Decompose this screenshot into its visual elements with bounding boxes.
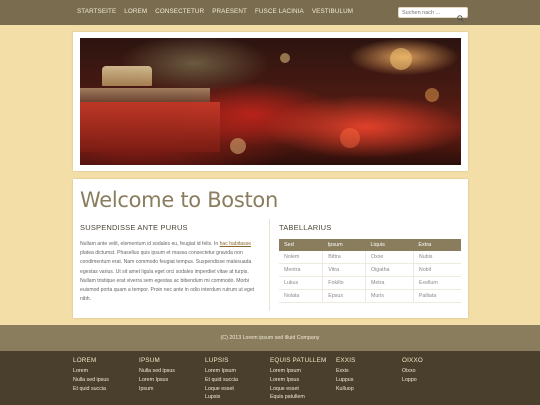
article-text: Nullam ante velit, elementum id sodales … [80,241,255,303]
table-cell: Nolem [279,251,324,265]
footer-heading: LUPSIS [205,357,229,364]
table-cell: Exellum [413,276,461,290]
table-cell: Lukus [279,276,324,290]
footer-link[interactable]: Loppo [402,376,423,385]
column-header: Liquis [365,239,414,251]
footer-heading: IPSUM [139,357,160,364]
main-nav: STARTSEITE LOREM CONSECTETUR PRAESENT FU… [77,8,361,15]
table-cell: Oxxe [365,251,414,265]
footer-link[interactable]: Lupsis [205,393,238,402]
table-column: TABELLARIUS Sed Ipsum Liquis Extra Nolem… [279,223,461,303]
table-row: Nolem Bittra Oxxe Nubis [279,251,461,265]
table-row: Lukus Fokillo Metra Exellum [279,276,461,290]
footer-heading: OIXXO [402,357,423,364]
column-divider [269,219,270,311]
footer-link[interactable]: Luppus [336,376,356,385]
footer-link[interactable]: Nulla sed ipsus [139,367,175,376]
footer-link[interactable]: Ipsum [139,385,175,394]
column-header: Extra [413,239,461,251]
footer-link[interactable]: Lorem Ipsus [270,376,326,385]
column-header: Sed [279,239,323,251]
footer-column-equis-patullem: EQUIS PATULLEM Lorem Ipsum Lorem Ipsus L… [270,357,326,402]
table-cell: Oigatha [365,263,414,278]
footer-link[interactable]: Lorem Ipsum [270,367,326,376]
table-cell: Bittra [322,251,366,265]
footer-link[interactable]: Lorem Ipsus [139,376,175,385]
table-cell: Palliata [413,289,461,303]
nav-item-consectetur[interactable]: CONSECTETUR [155,8,204,15]
table-cell: Muris [365,289,414,303]
article-heading: SUSPENDISSE ANTE PURUS [80,223,188,232]
footer-link[interactable]: Exxis [336,367,356,376]
footer-link[interactable]: Equis patullem [270,393,326,402]
footer-link[interactable]: Et quid succia [205,376,238,385]
taxi-sign [102,66,152,86]
footer-link[interactable]: Lorem Ipsum [205,367,238,376]
footer-link[interactable]: Lorem [73,367,109,376]
footer-column-lupsis: LUPSIS Lorem Ipsum Et quid succia Loque … [205,357,238,402]
footer-column-exxis: EXXIS Exxis Luppus Kulluop [336,357,356,393]
footer-heading: LOREM [73,357,97,364]
nav-item-startseite[interactable]: STARTSEITE [77,8,116,15]
table-cell: Mentra [279,263,324,278]
table-cell: Nobil [413,263,461,278]
table-cell: Epsus [322,289,366,303]
top-nav-bar: STARTSEITE LOREM CONSECTETUR PRAESENT FU… [0,0,540,25]
search-icon[interactable] [457,9,464,22]
footer-column-oixxo: OIXXO Oixxo Loppo [402,357,423,385]
page-title: Welcome to Boston [80,188,278,212]
table-cell: Fokillo [322,276,366,290]
footer-link[interactable]: Et quid succia [73,385,109,394]
footer-link[interactable]: Nulla sed ipsus [73,376,109,385]
table-cell: Nolata [279,289,324,303]
column-header: Ipsum [322,239,366,251]
hero-image [80,38,461,165]
table-cell: Metra [365,276,414,290]
data-table: Sed Ipsum Liquis Extra Nolem Bittra Oxxe… [279,239,461,303]
nav-item-lorem[interactable]: LOREM [124,8,147,15]
nav-item-vestibulum[interactable]: VESTIBULUM [312,8,353,15]
table-header-row: Sed Ipsum Liquis Extra [279,239,461,251]
article-link[interactable]: hac habitasse [220,241,251,247]
nav-item-praesent[interactable]: PRAESENT [212,8,247,15]
footer-link[interactable]: Kulluop [336,385,356,394]
footer-link[interactable]: Oixxo [402,367,423,376]
main-content: Welcome to Boston SUSPENDISSE ANTE PURUS… [73,179,468,318]
article-column: SUSPENDISSE ANTE PURUS Nullam ante velit… [80,223,263,304]
search-box [398,7,468,22]
table-cell: Nubis [413,251,461,265]
footer-column-ipsum: IPSUM Nulla sed ipsus Lorem Ipsus Ipsum [139,357,175,393]
copyright-text: (C) 2013 Lorem ipsum sed illuid Company [220,335,320,341]
table-cell: Vitra [322,263,366,278]
table-row: Nolata Epsus Muris Palliata [279,289,461,303]
nav-item-fusce-lacinia[interactable]: FUSCE LACINIA [255,8,304,15]
footer-heading: EXXIS [336,357,356,364]
footer-link[interactable]: Loque esset [270,385,326,394]
footer: LOREM Lorem Nulla sed ipsus Et quid succ… [0,351,540,405]
footer-link[interactable]: Loque esset [205,385,238,394]
hero-frame [73,32,468,171]
copyright-band: (C) 2013 Lorem ipsum sed illuid Company [0,325,540,351]
search-input[interactable] [402,8,457,17]
table-heading: TABELLARIUS [279,223,332,232]
footer-heading: EQUIS PATULLEM [270,357,327,364]
footer-column-lorem: LOREM Lorem Nulla sed ipsus Et quid succ… [73,357,109,393]
table-row: Mentra Vitra Oigatha Nobil [279,263,461,278]
